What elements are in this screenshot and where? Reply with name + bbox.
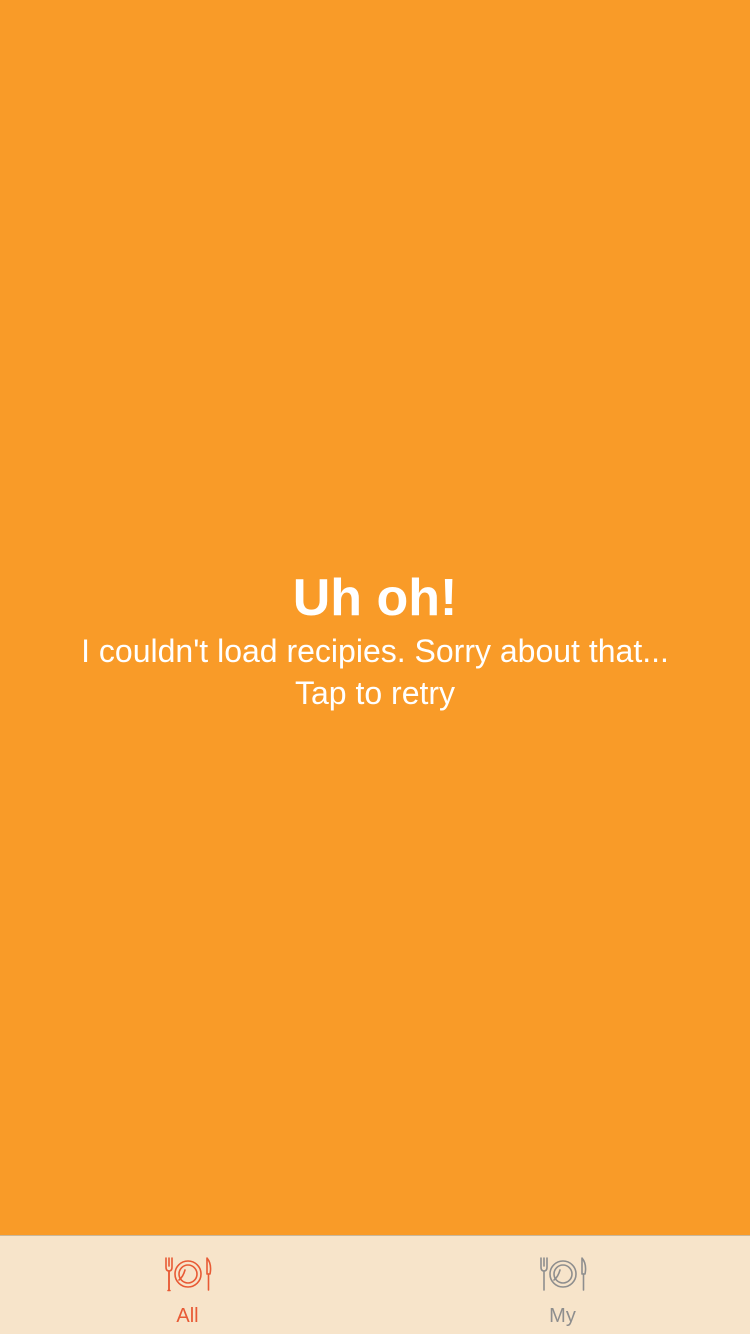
tab-my[interactable]: My — [375, 1236, 750, 1334]
error-title: Uh oh! — [292, 569, 458, 627]
tab-all[interactable]: All — [0, 1236, 375, 1334]
tab-my-label: My — [549, 1305, 576, 1327]
tab-bar: All My — [0, 1235, 750, 1334]
retry-label[interactable]: Tap to retry — [0, 672, 750, 714]
tab-all-label: All — [176, 1305, 199, 1327]
plate-cutlery-icon — [539, 1257, 586, 1291]
error-message: I couldn't load recipies. Sorry about th… — [81, 633, 669, 669]
recipes-screen: Uh oh! I couldn't load recipies. Sorry a… — [0, 0, 750, 1334]
plate-cutlery-icon — [164, 1257, 211, 1292]
error-retry-area[interactable]: Uh oh! I couldn't load recipies. Sorry a… — [0, 566, 750, 714]
